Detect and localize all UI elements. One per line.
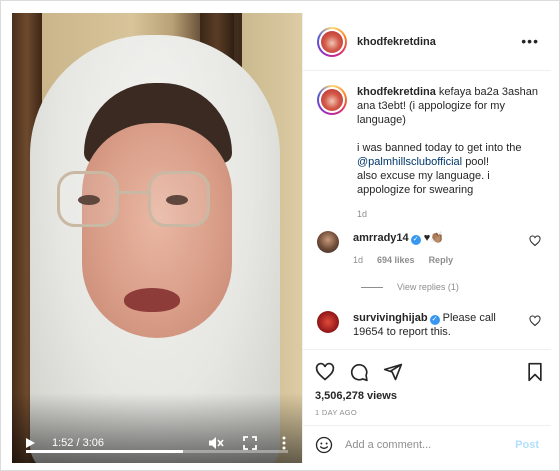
caption-text: khodfekretdina kefaya ba2a 3ashan ana t3… [357,85,543,221]
caption-line: khodfekretdina kefaya ba2a 3ashan ana t3… [357,85,543,127]
post-button[interactable]: Post [515,439,539,451]
glasses-right-lens [148,171,210,227]
comment-username[interactable]: survivinghijab [353,312,428,324]
comment-body: survivinghijab ✓ Please call 19654 to rep… [353,311,523,339]
view-count[interactable]: 3,506,278 views [315,390,397,402]
fullscreen-icon[interactable] [242,435,258,451]
comment-username[interactable]: amrrady14 [353,232,409,244]
video-time: 1:52 / 3:06 [52,437,104,449]
mouth [124,288,180,312]
add-comment-bar: Post [303,425,551,463]
verified-badge-icon: ✓ [429,315,440,325]
post-username[interactable]: khodfekretdina [357,36,436,48]
view-replies-button[interactable]: View replies (1) [361,282,459,292]
instagram-post-window: 1:52 / 3:06 khodfekretdina ••• khodfekre… [0,0,560,471]
caption-para2-post: pool! [465,156,490,168]
video-player[interactable]: 1:52 / 3:06 [12,13,302,463]
post-timestamp[interactable]: 1 DAY AGO [315,408,357,417]
emoji-icon[interactable] [315,436,333,454]
verified-badge-icon: ✓ [410,235,421,245]
post-header: khodfekretdina ••• [303,13,551,71]
comment-meta: 1d 694 likes Reply [353,253,523,267]
comment-body: amrrady14 ✓ ♥👏🏽 1d 694 likes Reply [353,231,523,267]
like-comment-icon[interactable] [529,235,541,247]
post-caption: khodfekretdina kefaya ba2a 3ashan ana t3… [317,85,545,221]
caption-avatar[interactable] [317,85,347,115]
glasses-left-lens [57,171,119,227]
replies-divider [361,286,383,288]
comment-input[interactable] [345,438,505,451]
comment-likes[interactable]: 694 likes [377,253,415,267]
caption-para2-line2: also excuse my language. i appologize fo… [357,170,490,196]
video-controls-right [208,435,292,451]
video-progress-bar[interactable] [26,450,288,453]
avatar-image [321,89,343,111]
comment-line: amrrady14 ✓ ♥👏🏽 [353,231,523,245]
view-replies-label: View replies (1) [397,282,459,292]
comment-age[interactable]: 1d [353,253,363,267]
more-options-button[interactable]: ••• [521,33,539,49]
comment-text: ♥👏🏽 [423,232,444,244]
avatar-frame [319,28,345,55]
comment-icon[interactable] [349,362,369,382]
bookmark-icon[interactable] [525,362,545,382]
video-frame [12,13,302,463]
mute-icon[interactable] [208,435,224,451]
comment-item: survivinghijab ✓ Please call 19654 to rep… [317,311,545,339]
post-actions-section: 3,506,278 views 1 DAY AGO [303,349,551,417]
video-progress-fill [26,450,184,453]
caption-para2-pre: i was banned today to get into the [357,142,522,154]
glasses-bridge [116,191,150,194]
more-options-icon[interactable] [276,435,292,451]
caption-row: khodfekretdina kefaya ba2a 3ashan ana t3… [317,85,545,221]
caption-age[interactable]: 1d [357,207,543,221]
caption-username[interactable]: khodfekretdina [357,86,436,98]
avatar-frame [319,87,345,113]
mention-link[interactable]: @palmhillsclubofficial [357,156,462,168]
video-controls: 1:52 / 3:06 [12,423,302,463]
action-bar [315,362,403,382]
avatar-image [321,30,343,53]
comment-item: amrrady14 ✓ ♥👏🏽 1d 694 likes Reply [317,231,545,267]
heart-icon[interactable] [315,362,335,382]
reply-button[interactable]: Reply [429,253,454,267]
play-icon[interactable] [22,435,38,451]
like-comment-icon[interactable] [529,315,541,327]
avatar[interactable] [317,26,347,57]
avatar[interactable] [317,311,339,333]
comment-line: survivinghijab ✓ Please call 19654 to rep… [353,311,523,339]
avatar[interactable] [317,231,339,253]
caption-paragraph: i was banned today to get into the @palm… [357,141,543,197]
share-icon[interactable] [383,362,403,382]
post-sidebar: khodfekretdina ••• khodfekretdina kefaya… [302,13,551,463]
